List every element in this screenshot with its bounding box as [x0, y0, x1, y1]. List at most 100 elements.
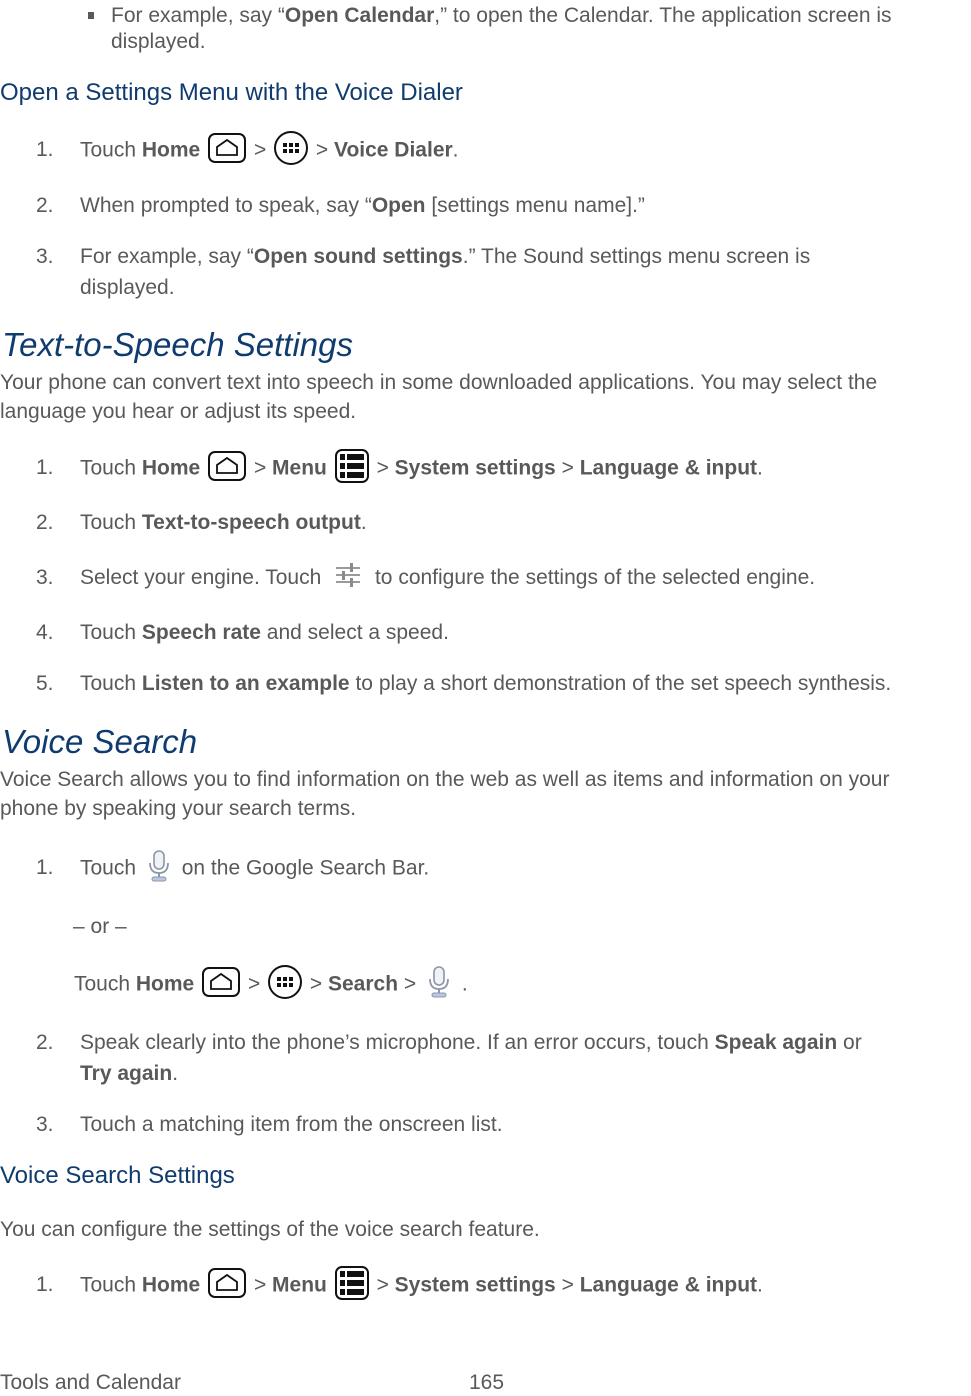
system-settings-label: System settings: [394, 456, 556, 480]
heading-voice-search-settings: Voice Search Settings: [0, 1162, 235, 1189]
step-text: to configure the settings of the selecte…: [374, 566, 816, 589]
step-open-settings-3-line2: displayed.: [80, 276, 175, 299]
punct: .: [461, 972, 468, 996]
step-text: to play a short demonstration of the set…: [355, 672, 892, 695]
home-label: Home: [135, 972, 195, 996]
step-text: When prompted to speak, say “: [80, 194, 372, 217]
step-text: Touch: [74, 972, 131, 996]
punct: .: [757, 1273, 763, 1297]
home-label: Home: [141, 138, 201, 162]
intro-bullet-line2: displayed.: [111, 30, 206, 53]
step-text: Speak clearly into the phone’s microphon…: [80, 1031, 709, 1054]
voice-dialer-label: Voice Dialer: [334, 138, 453, 162]
step-number: 5.: [36, 672, 54, 695]
heading-voice-search: Voice Search: [2, 723, 198, 760]
separator: >: [253, 456, 267, 480]
home-label: Home: [141, 456, 201, 480]
language-input-label: Language & input: [579, 456, 758, 480]
step-number: 3.: [36, 245, 54, 268]
step-text: For example, say “: [80, 245, 254, 268]
step-text: Touch: [80, 856, 137, 880]
step-number: 1.: [36, 138, 54, 161]
footer-page-number: 165: [469, 1371, 505, 1394]
separator: >: [561, 456, 574, 480]
separator: >: [376, 1273, 389, 1297]
language-input-label: Language & input: [579, 1273, 758, 1297]
intro-bullet-line1: For example, say “Open Calendar,” to ope…: [111, 4, 892, 27]
footer-chapter: Tools and Calendar: [0, 1371, 181, 1394]
voice-search-intro-line2: phone by speaking your search terms.: [0, 797, 357, 820]
tts-intro-line1: Your phone can convert text into speech …: [0, 371, 878, 394]
step-bold: Speech rate: [141, 621, 261, 644]
punct: .: [360, 511, 367, 534]
separator: >: [376, 456, 389, 480]
home-icon: [208, 1268, 247, 1298]
bullet-marker: [88, 12, 94, 19]
apps-icon: [274, 131, 309, 165]
or-separator: – or –: [73, 915, 127, 938]
menu-icon: [334, 1266, 369, 1300]
step-number: 1.: [36, 856, 54, 879]
step-text: or: [843, 1031, 862, 1054]
step-text: Touch a matching item from the onscreen …: [80, 1113, 503, 1136]
step-tts-1: 1. Touch Home > Menu > System settings >…: [0, 449, 971, 486]
step-number: 2.: [36, 1031, 54, 1054]
step-voice-search-settings-1: 1. Touch Home > Menu > System settings >…: [0, 1266, 971, 1303]
step-voice-search-2-line2: Try again.: [80, 1058, 178, 1089]
settings-sliders-icon: [333, 560, 363, 590]
step-bold: Open sound settings: [253, 245, 463, 268]
step-text: Touch: [80, 672, 137, 695]
separator: >: [403, 972, 417, 996]
tts-intro-line2: language you hear or adjust its speed.: [0, 400, 357, 423]
step-text: Select your engine. Touch: [80, 566, 322, 589]
microphone-icon: [146, 849, 172, 883]
heading-open-settings: Open a Settings Menu with the Voice Dial…: [0, 79, 463, 106]
voice-search-settings-intro: You can configure the settings of the vo…: [0, 1218, 540, 1241]
step-number: 1.: [36, 1273, 54, 1296]
step-bold: Open: [371, 194, 426, 217]
home-icon: [208, 451, 247, 481]
home-icon: [208, 133, 247, 163]
step-voice-search-1: 1. Touch on the Google Search Bar.: [0, 849, 971, 886]
step-text: Touch: [80, 621, 137, 644]
step-text: Touch: [80, 456, 137, 480]
step-number: 3.: [36, 566, 54, 589]
step-bold: Text-to-speech output: [141, 511, 361, 534]
microphone-icon: [426, 965, 452, 999]
home-label: Home: [141, 1273, 201, 1297]
separator: >: [253, 138, 267, 162]
punct: .: [757, 456, 763, 480]
menu-label: Menu: [272, 456, 327, 480]
step-bold: Listen to an example: [141, 672, 350, 695]
step-voice-search-1-alt: Touch Home > > Search > .: [74, 965, 468, 1002]
step-open-settings-1: 1. Touch Home > > Voice Dialer.: [0, 131, 971, 168]
step-text: Touch: [80, 511, 137, 534]
step-bold: Try again: [80, 1062, 173, 1085]
search-label: Search: [328, 972, 399, 996]
step-number: 3.: [36, 1113, 54, 1136]
step-text: on the Google Search Bar.: [181, 856, 430, 880]
step-bold: Speak again: [714, 1031, 838, 1054]
punct: .: [452, 138, 459, 162]
separator: >: [247, 972, 261, 996]
step-text: and select a speed.: [266, 621, 449, 644]
separator: >: [309, 972, 323, 996]
step-number: 2.: [36, 511, 54, 534]
heading-tts: Text-to-Speech Settings: [2, 326, 353, 363]
separator: >: [315, 138, 329, 162]
separator: >: [253, 1273, 267, 1297]
step-tts-3: 3. Select your engine. Touch to configur…: [0, 562, 971, 596]
home-icon: [202, 967, 241, 997]
step-text: .” The Sound settings menu screen is: [462, 245, 811, 268]
step-text: Touch: [80, 1273, 137, 1297]
step-number: 4.: [36, 621, 54, 644]
system-settings-label: System settings: [394, 1273, 556, 1297]
step-number: 1.: [36, 456, 54, 479]
punct: .: [172, 1062, 179, 1085]
separator: >: [561, 1273, 574, 1297]
apps-icon: [268, 965, 303, 999]
menu-icon: [334, 449, 369, 483]
menu-label: Menu: [272, 1273, 327, 1297]
step-text: [settings menu name].”: [425, 194, 645, 217]
step-number: 2.: [36, 194, 54, 217]
